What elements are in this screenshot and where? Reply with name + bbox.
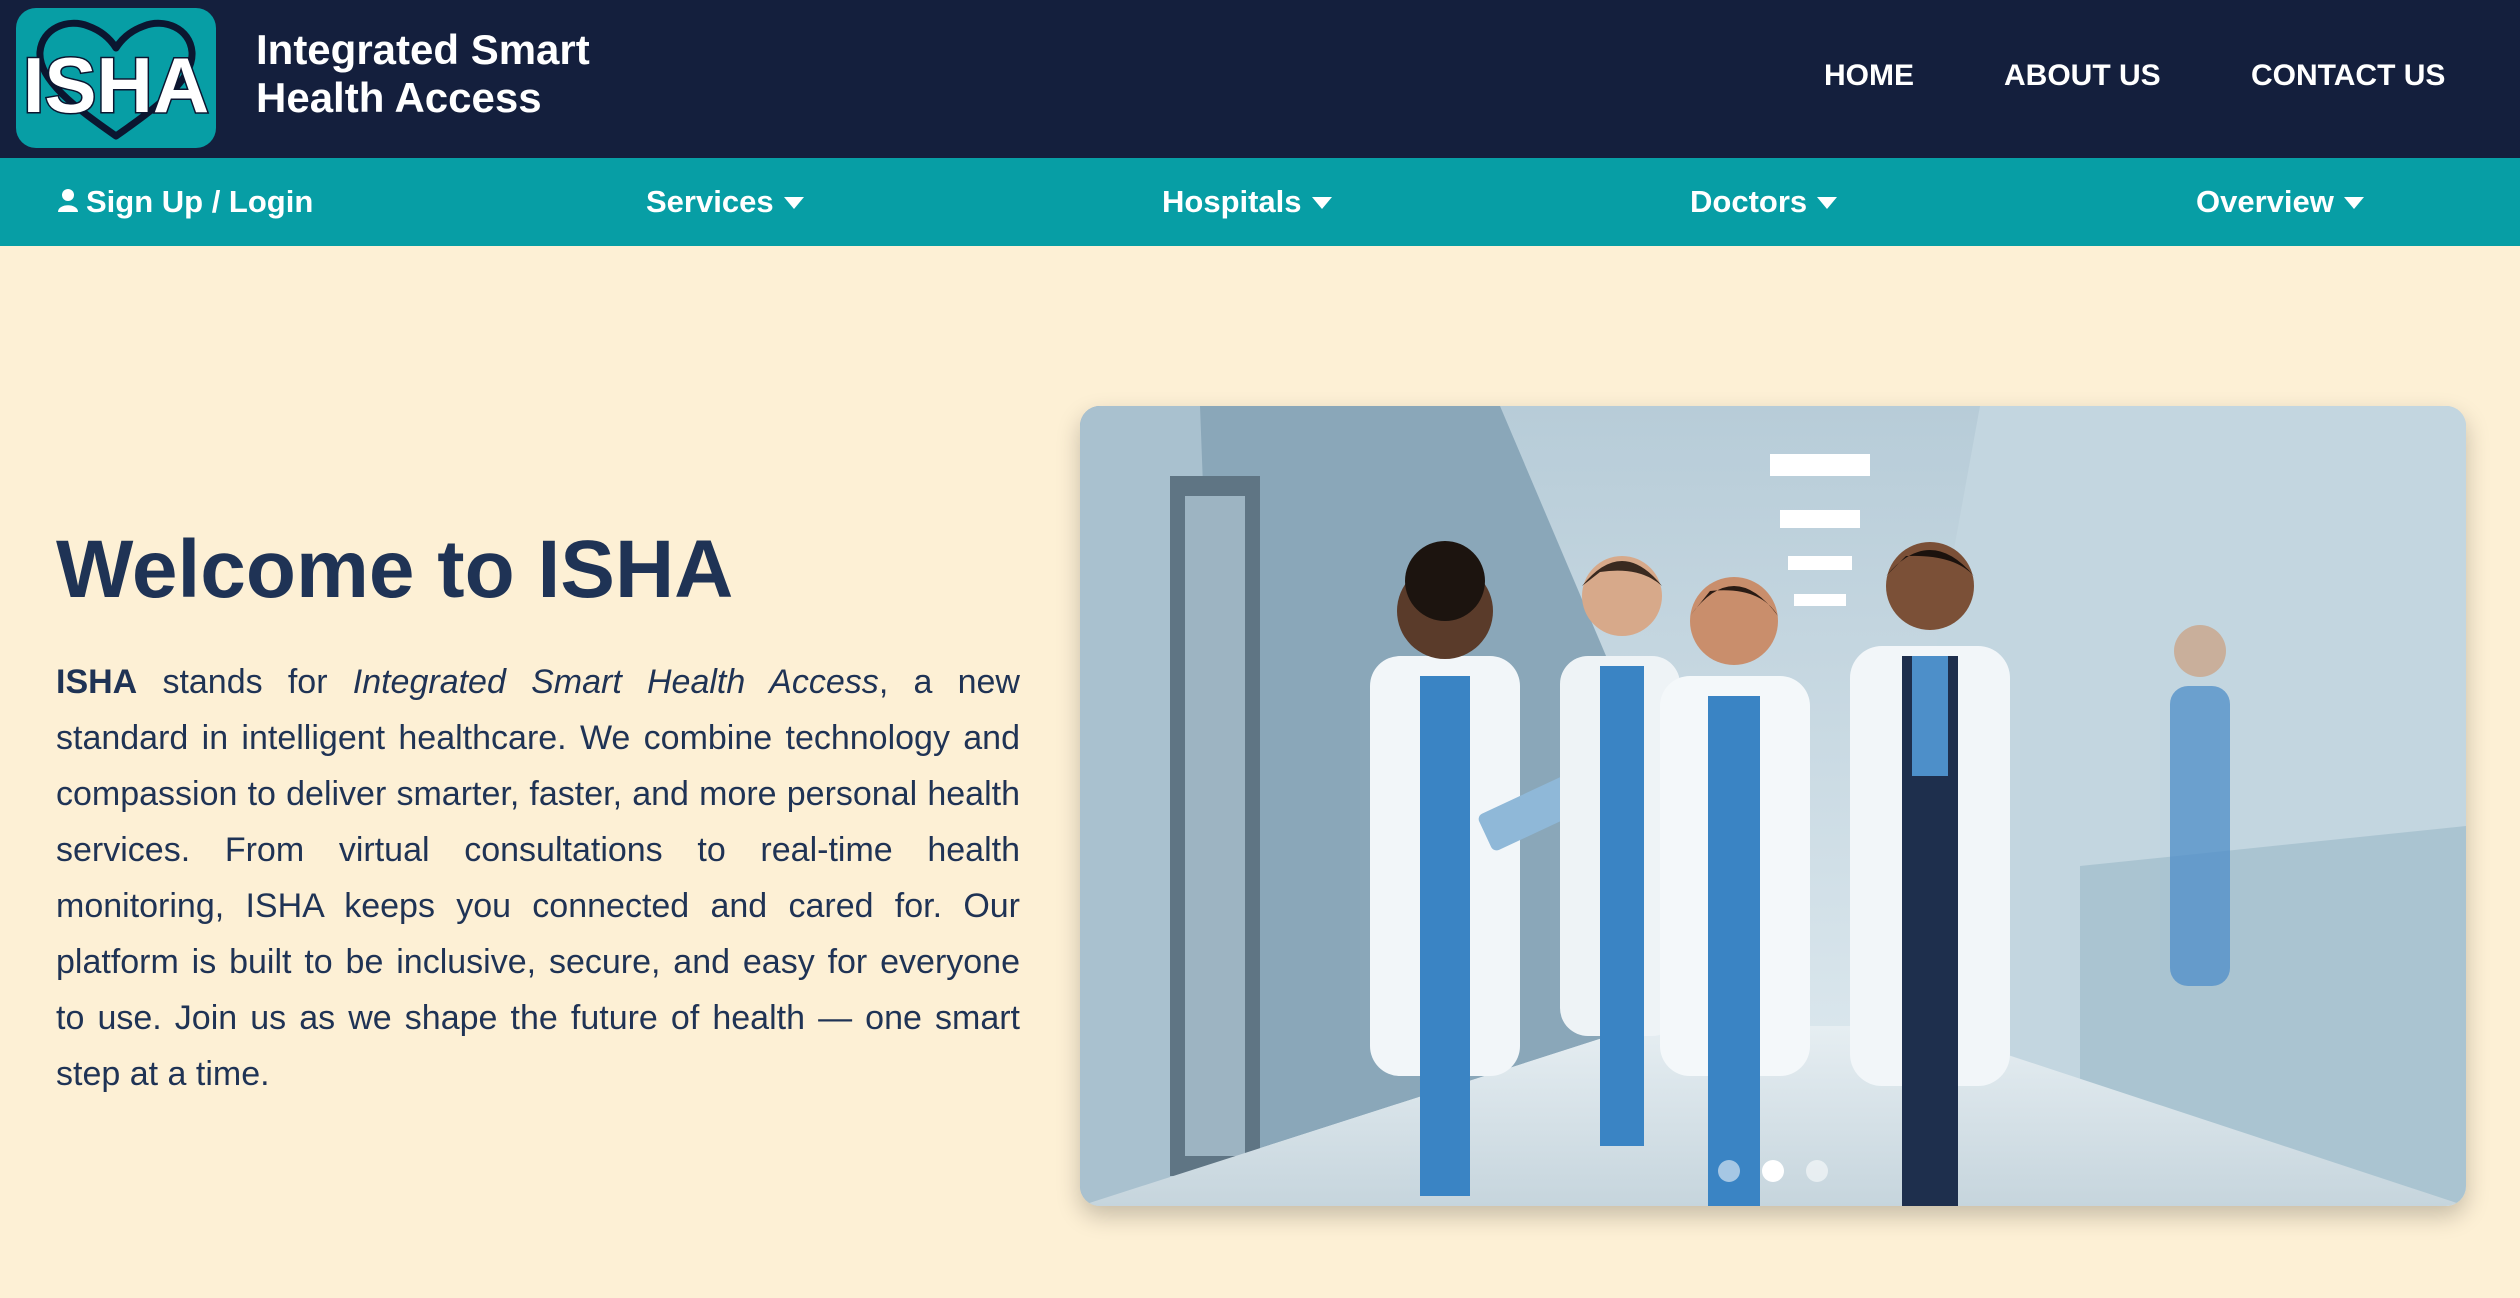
carousel-indicators xyxy=(1080,1160,2466,1182)
caret-down-icon xyxy=(1311,197,1332,209)
hero-image-carousel[interactable] xyxy=(1080,406,2466,1206)
caret-down-icon xyxy=(783,197,804,209)
secondary-nav-bar: Sign Up / Login Services Hospitals Docto… xyxy=(0,158,2520,246)
nav-contact-link[interactable]: CONTACT US xyxy=(2251,58,2445,94)
top-header: ISHA Integrated Smart Health Access HOME… xyxy=(0,0,2520,158)
hero-brand-name: ISHA xyxy=(56,663,138,701)
overview-dropdown[interactable]: Overview xyxy=(2196,182,2364,222)
hospitals-label: Hospitals xyxy=(1162,184,1302,219)
hero-title: Welcome to ISHA xyxy=(56,524,734,615)
hero-stands-for: stands for xyxy=(137,663,353,701)
services-dropdown[interactable]: Services xyxy=(646,182,804,222)
brand-title: Integrated Smart Health Access xyxy=(256,26,590,121)
sign-up-login-link[interactable]: Sign Up / Login xyxy=(58,182,313,222)
carousel-dot[interactable] xyxy=(1806,1160,1828,1182)
carousel-dot-active[interactable] xyxy=(1762,1160,1784,1182)
carousel-dot[interactable] xyxy=(1718,1160,1740,1182)
doctors-dropdown[interactable]: Doctors xyxy=(1690,182,1838,222)
doctors-label: Doctors xyxy=(1690,184,1808,219)
nav-home-link[interactable]: HOME xyxy=(1824,58,1914,94)
overview-label: Overview xyxy=(2196,184,2334,219)
sign-up-login-label: Sign Up / Login xyxy=(86,184,314,219)
nav-about-link[interactable]: ABOUT US xyxy=(2004,58,2161,94)
caret-down-icon xyxy=(2343,197,2364,209)
user-icon xyxy=(58,182,78,222)
hero-expansion: Integrated Smart Health Access xyxy=(352,663,879,701)
hero-body-text: , a new standard in intelligent healthca… xyxy=(56,663,1020,1093)
hero-description: ISHA stands for Integrated Smart Health … xyxy=(56,654,1020,1102)
doctors-hallway-image xyxy=(1080,406,2466,1206)
caret-down-icon xyxy=(1817,197,1838,209)
services-label: Services xyxy=(646,184,774,219)
logo[interactable]: ISHA xyxy=(16,8,216,148)
logo-text: ISHA xyxy=(23,41,209,129)
hospitals-dropdown[interactable]: Hospitals xyxy=(1162,182,1332,222)
